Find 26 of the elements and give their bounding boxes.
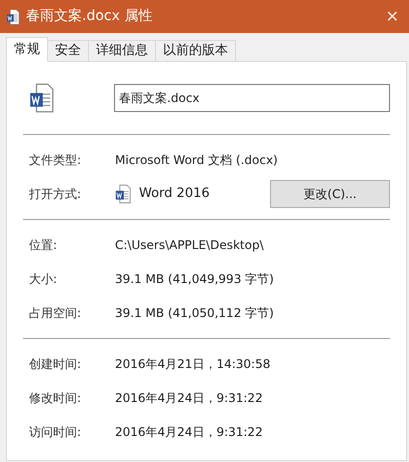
document-icon xyxy=(29,82,54,114)
word-app-icon xyxy=(115,184,131,204)
field-value: C:\Users\APPLE\Desktop\ xyxy=(115,237,264,254)
field-label: 访问时间: xyxy=(29,424,82,441)
change-button[interactable]: 更改(C)... xyxy=(270,180,390,208)
tab[interactable]: 以前的版本 xyxy=(156,40,236,62)
tab[interactable]: 安全 xyxy=(48,40,89,62)
tab[interactable]: 常规 xyxy=(6,37,48,62)
document-icon xyxy=(6,8,20,24)
field-label: 位置: xyxy=(29,237,58,254)
field-value: Word 2016 xyxy=(139,185,211,204)
window-title: 春雨文案.docx 属性 xyxy=(26,7,154,26)
field-value: 39.1 MB (41,050,112 字节) xyxy=(115,305,274,322)
field-label: 创建时间: xyxy=(29,356,82,373)
file-name-field[interactable]: 春雨文案.docx xyxy=(114,84,390,112)
field-value: 2016年4月21日，14:30:58 xyxy=(115,356,270,373)
field-label: 文件类型: xyxy=(29,152,82,169)
field-value: Microsoft Word 文档 (.docx) xyxy=(115,152,278,169)
field-label: 大小: xyxy=(29,271,58,288)
field-label: 修改时间: xyxy=(29,390,82,407)
field-value: 2016年4月24日，9:31:22 xyxy=(115,424,263,441)
field-label: 占用空间: xyxy=(29,305,82,322)
field-value: 2016年4月24日，9:31:22 xyxy=(115,390,263,407)
field-value: 39.1 MB (41,049,993 字节) xyxy=(115,271,274,288)
field-label: 打开方式: xyxy=(29,186,82,203)
tab[interactable]: 详细信息 xyxy=(89,40,156,62)
